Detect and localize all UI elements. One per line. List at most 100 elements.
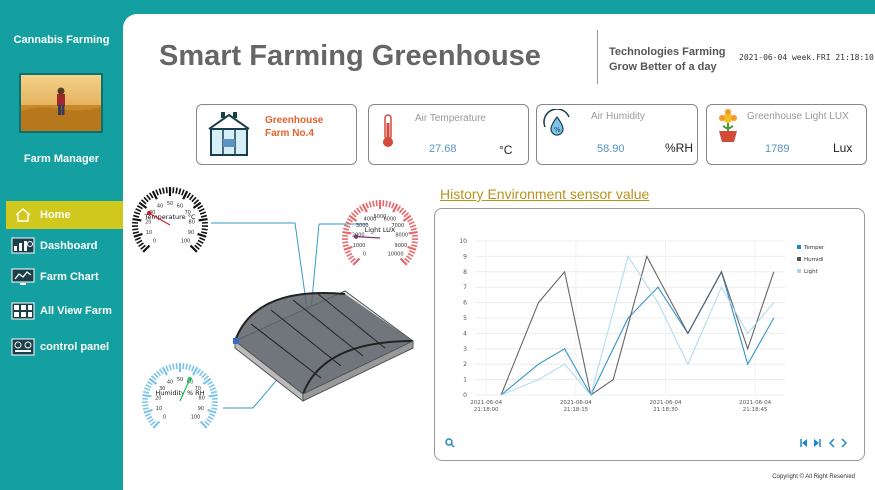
header-divider: [597, 30, 598, 84]
farm-name-line-2: Farm No.4: [265, 128, 314, 139]
tagline-line-1: Technologies Farming: [609, 46, 726, 58]
gauge-tick: [155, 189, 159, 196]
sidebar-item-control-panel[interactable]: control panel: [6, 333, 123, 361]
gauge-needle-tip: [146, 210, 152, 216]
gauge-tick: [348, 255, 354, 261]
legend-label[interactable]: Light: [804, 269, 819, 275]
humidity-card[interactable]: % Air Humidity 58.90 %RH: [536, 104, 698, 165]
last-page-icon[interactable]: [813, 435, 821, 453]
gauge-tick-label: 90: [188, 230, 194, 236]
gauge-tick: [194, 244, 200, 250]
gauge-tick: [148, 418, 154, 424]
gauge-tick: [132, 228, 139, 231]
series-line-humidi: [500, 254, 775, 396]
gauge-tick-label: 10: [156, 406, 162, 412]
gauge-tick: [407, 217, 414, 223]
gauge-tick-label: 50: [177, 377, 183, 383]
gauge-tick: [143, 196, 149, 203]
gauge-tick: [372, 200, 375, 207]
gauge-tick-label: 90: [198, 406, 204, 412]
flower-pot-icon: [713, 109, 743, 148]
gauge-tick: [132, 217, 142, 222]
gauge-tick-label: 100: [191, 415, 201, 421]
gauge-tick-label: 50: [167, 201, 173, 207]
y-tick-label: 6: [463, 300, 467, 307]
gauge-tick: [144, 412, 151, 417]
gauge-tick: [134, 236, 141, 241]
sidebar-item-home[interactable]: Home: [6, 201, 123, 229]
humidity-gauge: 010203040 50 60708090100Humidity % RH: [141, 363, 219, 429]
gauge-tick: [388, 201, 392, 208]
sidebar-item-dashboard[interactable]: Dashboard: [6, 232, 123, 260]
legend-label[interactable]: Temper: [803, 245, 825, 251]
gauge-tick: [198, 208, 205, 213]
x-tick-date: 2021-06-04: [739, 400, 771, 406]
gauge-tick: [132, 214, 140, 218]
sidebar-item-label: control panel: [40, 341, 110, 353]
history-title[interactable]: History Environment sensor value: [440, 186, 649, 202]
humidity-label: Air Humidity: [591, 111, 645, 122]
gauge-tick: [168, 364, 172, 371]
gauge-tick: [142, 393, 152, 398]
gauge-tick: [208, 384, 215, 389]
next-icon[interactable]: [840, 435, 848, 453]
gauge-tick: [175, 187, 178, 194]
svg-text:%: %: [554, 126, 561, 134]
gauge-tick-label: 1000: [353, 243, 366, 249]
gauge-tick: [178, 188, 182, 195]
light-unit: Lux: [833, 141, 853, 155]
gauge-label: Light LUX: [365, 226, 396, 234]
x-tick-time: 21:18:15: [563, 407, 588, 413]
y-tick-label: 9: [463, 253, 467, 260]
gauge-tick: [209, 387, 217, 391]
gauge-tick: [172, 363, 175, 370]
gauge-tick-label: 100: [181, 239, 191, 245]
y-tick-label: 4: [463, 330, 467, 337]
user-role: Farm Manager: [23, 153, 100, 165]
gauge-tick: [162, 187, 165, 194]
sidebar-item-farm-chart[interactable]: Farm Chart: [6, 263, 123, 291]
gauge-tick: [150, 375, 157, 381]
gauge-tick: [138, 242, 144, 248]
gauge-tick: [353, 209, 359, 216]
y-tick-label: 5: [463, 315, 467, 322]
y-tick-label: 3: [463, 346, 467, 353]
gauge-tick: [136, 204, 143, 210]
gauge-tick-label: 0: [363, 252, 366, 258]
sidebar-item-all-view-farm[interactable]: All View Farm: [6, 297, 123, 325]
gauge-tick-label: 10000: [388, 252, 404, 258]
x-tick-time: 21:18:45: [743, 407, 768, 413]
gauge-tick-label: 6000: [384, 216, 397, 222]
sidebar-item-label: Home: [40, 209, 71, 221]
gauge-tick: [342, 230, 352, 235]
gauge-tick-label: 60: [177, 203, 183, 209]
gauge-tick: [140, 199, 147, 205]
gauge-tick: [191, 365, 195, 372]
gauge-tick: [356, 207, 362, 214]
gauge-tick: [188, 194, 194, 201]
gauge-tick: [410, 227, 418, 231]
first-page-icon[interactable]: [800, 435, 808, 453]
light-card[interactable]: Greenhouse Light LUX 1789 Lux: [706, 104, 867, 165]
gauge-tick: [198, 370, 204, 377]
prev-icon[interactable]: [828, 435, 836, 453]
x-tick-time: 21:18:00: [474, 407, 499, 413]
gauge-tick: [208, 393, 218, 398]
gauge-tick: [346, 252, 353, 258]
gauge-tick: [197, 204, 204, 210]
gauge-tick: [165, 187, 168, 194]
gauge-tick: [142, 404, 149, 407]
temperature-card[interactable]: Air Temperature 27.68 °C: [368, 104, 529, 165]
gauge-tick-label: 40: [167, 379, 173, 385]
legend-label[interactable]: Humidi: [804, 257, 824, 263]
tagline-line-2: Grow Better of a day: [609, 61, 717, 73]
dashboard-icon: [10, 235, 36, 257]
gauge-tick: [143, 387, 151, 391]
farm-card[interactable]: Greenhouse Farm No.4: [196, 104, 357, 165]
gauge-tick: [406, 255, 412, 261]
magnifier-icon[interactable]: [445, 435, 455, 453]
gauge-tick: [210, 390, 218, 394]
humidity-unit: %RH: [665, 141, 694, 155]
page-title: Smart Farming Greenhouse: [159, 40, 541, 72]
gauge-tick: [165, 365, 169, 372]
